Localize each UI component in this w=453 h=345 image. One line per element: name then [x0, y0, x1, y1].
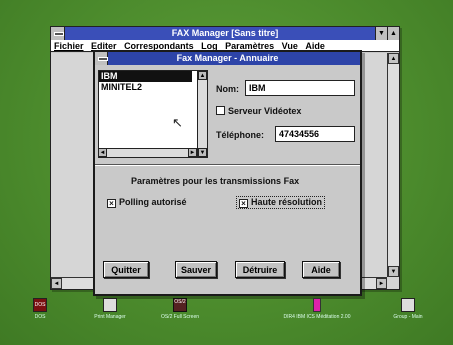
annuaire-dialog: Fax Manager - Annuaire IBM MINITEL2 ▲ ▼ …	[93, 50, 362, 296]
print-manager-shortcut[interactable]: Print Manager	[80, 298, 140, 320]
nom-label: Nom:	[216, 84, 239, 94]
dialog-system-menu-icon[interactable]	[95, 52, 108, 65]
quitter-button[interactable]: Quitter	[103, 261, 149, 278]
printer-icon	[103, 298, 117, 312]
haute-resolution-checkbox[interactable]: × Haute résolution	[235, 196, 326, 209]
scroll-right-icon[interactable]: ►	[376, 278, 387, 289]
menu-fichier[interactable]: Fichier	[54, 41, 84, 51]
group-main-label: Group - Main	[393, 314, 423, 320]
mouse-pointer-icon: ↖	[172, 115, 183, 130]
os2-label: OS/2 Full Screen	[160, 314, 200, 320]
divider	[95, 164, 360, 166]
dos-label: DOS	[34, 314, 46, 320]
minimize-icon[interactable]: ▼	[375, 27, 387, 40]
scroll-up-icon[interactable]: ▲	[388, 53, 399, 64]
scroll-right-icon[interactable]: ►	[188, 148, 197, 157]
group-icon	[401, 298, 415, 312]
list-item[interactable]: IBM	[99, 71, 192, 82]
checkbox-checked-icon[interactable]: ×	[239, 199, 248, 208]
system-menu-icon[interactable]	[51, 27, 65, 40]
dialog-title: Fax Manager - Annuaire	[176, 53, 279, 63]
polling-checkbox[interactable]: × Polling autorisé	[107, 197, 187, 208]
list-horizontal-scrollbar[interactable]: ◄ ►	[98, 148, 197, 157]
params-heading: Paramètres pour les transmissions Fax	[131, 176, 300, 186]
haute-resolution-label: Haute résolution	[251, 197, 323, 207]
print-manager-label: Print Manager	[94, 314, 126, 320]
maximize-icon[interactable]: ▲	[387, 27, 399, 40]
scroll-left-icon[interactable]: ◄	[51, 278, 62, 289]
os2-fullscreen-shortcut[interactable]: OS/2 OS/2 Full Screen	[150, 298, 210, 320]
serveur-videotex-label: Serveur Vidéotex	[228, 106, 302, 116]
dialog-titlebar[interactable]: Fax Manager - Annuaire	[95, 52, 360, 65]
scroll-down-icon[interactable]: ▼	[198, 148, 207, 157]
scroll-down-icon[interactable]: ▼	[388, 266, 399, 277]
program-shortcut[interactable]: DIR4 IBM ICS Méditation 2.00	[282, 298, 352, 320]
contact-list[interactable]: IBM MINITEL2 ▲ ▼ ◄ ► ↖	[98, 70, 208, 158]
dos-icon: DOS	[33, 298, 47, 312]
polling-label: Polling autorisé	[119, 197, 187, 207]
os2-icon: OS/2	[173, 298, 187, 312]
aide-button[interactable]: Aide	[302, 261, 340, 278]
checkbox-icon[interactable]	[216, 106, 225, 115]
telephone-field[interactable]: 47434556	[275, 126, 355, 142]
telephone-label: Téléphone:	[216, 130, 265, 140]
nom-field[interactable]: IBM	[245, 80, 355, 96]
program-icon	[313, 298, 321, 312]
group-main-shortcut[interactable]: Group - Main	[378, 298, 438, 320]
scroll-up-icon[interactable]: ▲	[198, 71, 207, 80]
dos-shortcut[interactable]: DOS DOS	[10, 298, 70, 320]
scroll-left-icon[interactable]: ◄	[98, 148, 107, 157]
program-label: DIR4 IBM ICS Méditation 2.00	[283, 314, 351, 320]
list-vertical-scrollbar[interactable]: ▲ ▼	[197, 71, 207, 157]
checkbox-checked-icon[interactable]: ×	[107, 199, 116, 208]
list-item[interactable]: MINITEL2	[99, 82, 207, 93]
detruire-button[interactable]: Détruire	[235, 261, 285, 278]
serveur-videotex-checkbox[interactable]: Serveur Vidéotex	[216, 106, 301, 116]
sauver-button[interactable]: Sauver	[175, 261, 217, 278]
main-vertical-scrollbar[interactable]: ▲ ▼	[387, 53, 399, 277]
main-title: FAX Manager [Sans titre]	[171, 28, 279, 38]
main-titlebar[interactable]: FAX Manager [Sans titre] ▼ ▲	[51, 27, 399, 40]
